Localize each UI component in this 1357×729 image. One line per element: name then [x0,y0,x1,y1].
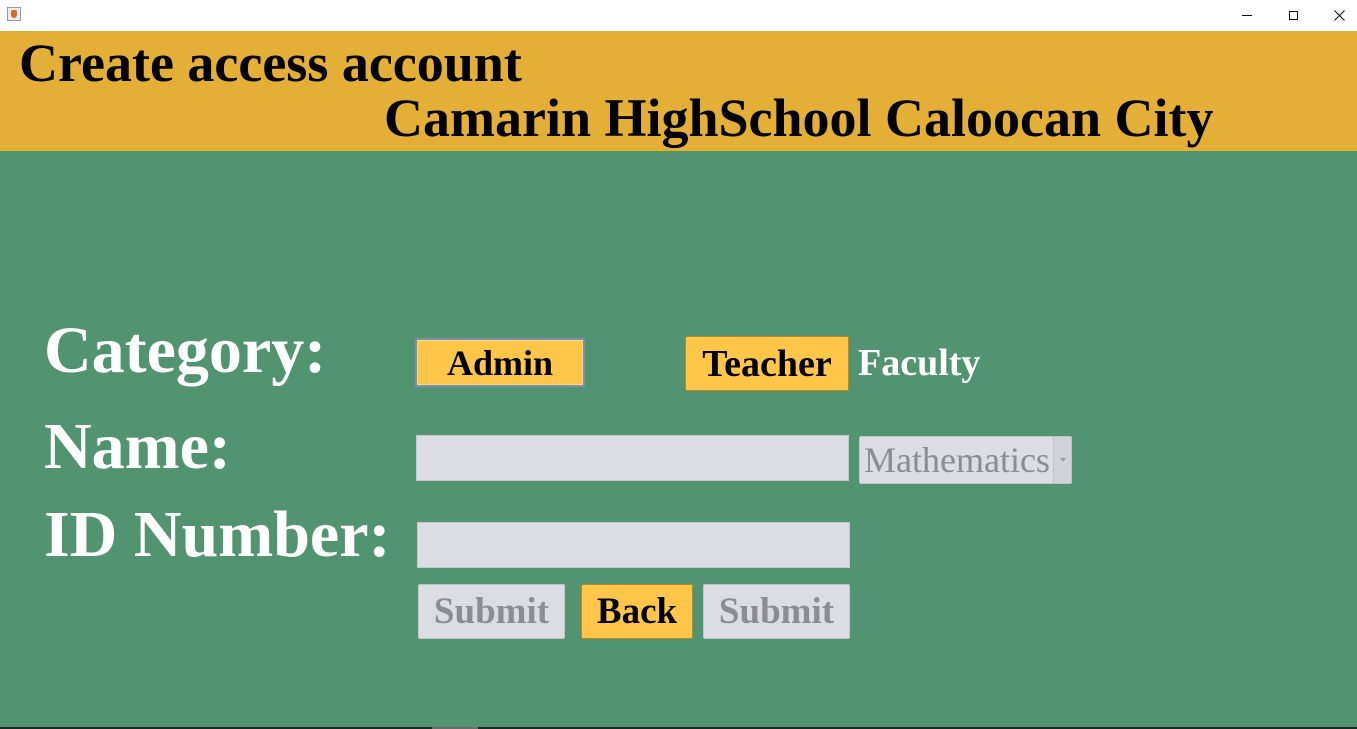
department-selected-value: Mathematics [864,440,1050,480]
page-title: Create access account [19,33,522,93]
submit-button-teacher[interactable]: Submit [703,584,850,639]
teacher-button[interactable]: Teacher [685,336,849,391]
submit-button-admin[interactable]: Submit [418,584,565,639]
category-label: Category: [44,314,327,387]
java-app-icon [7,7,21,21]
school-name: Camarin HighSchool Caloocan City [384,88,1214,148]
name-input[interactable] [416,435,849,481]
chevron-down-icon [1059,458,1066,462]
id-number-input[interactable] [417,522,850,568]
dropdown-arrow[interactable] [1053,437,1071,483]
maximize-button[interactable] [1270,0,1316,31]
name-label: Name: [44,410,231,483]
header-banner: Create access account Camarin HighSchool… [0,31,1357,151]
close-icon [1333,10,1345,21]
department-dropdown[interactable]: Mathematics [859,436,1072,484]
minimize-icon [1242,15,1252,16]
window-titlebar [0,0,1357,31]
faculty-label: Faculty [858,342,981,384]
minimize-button[interactable] [1224,0,1270,31]
maximize-icon [1288,11,1298,20]
back-button[interactable]: Back [581,584,693,639]
admin-button[interactable]: Admin [415,338,585,387]
id-number-label: ID Number: [44,498,391,571]
close-button[interactable] [1316,0,1357,31]
